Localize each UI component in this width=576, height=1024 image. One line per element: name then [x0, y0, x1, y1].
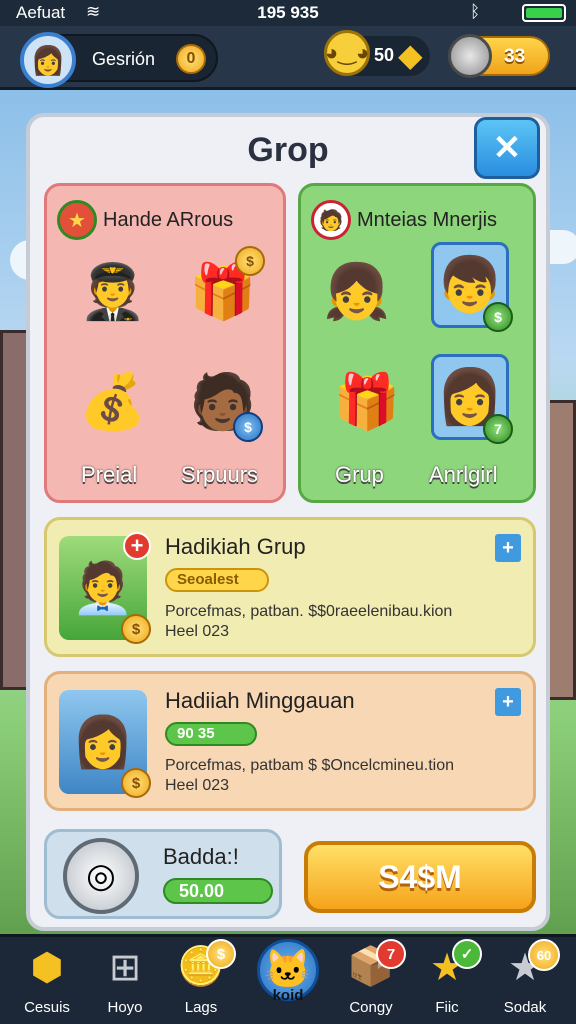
- bluetooth-icon: ᛒ: [470, 2, 481, 21]
- portrait-icon: 🧑: [311, 200, 351, 240]
- card-label-left: Preial: [81, 462, 138, 487]
- nav-item-cesuis[interactable]: ⬢ Cesuis: [10, 941, 84, 1024]
- gold-gem-icon: ⬢: [30, 946, 64, 989]
- check-badge-icon: ✓: [452, 939, 482, 969]
- status-bar: Aefuat ≋ 195 935 ᛒ: [0, 0, 576, 26]
- blue-coin-icon: $: [233, 412, 263, 442]
- mail-carrier-icon[interactable]: 🧑‍✈️: [67, 246, 159, 338]
- diamond-icon: ◆: [398, 37, 423, 73]
- reward-desc-line: Porcefmas, patban. $$0raeelenibau.kion: [165, 603, 453, 620]
- gift-box-icon[interactable]: 🎁: [321, 356, 413, 448]
- coin-badge-icon: $: [206, 939, 236, 969]
- nav-label: Sodak: [503, 999, 547, 1016]
- notification-badge: 7: [376, 939, 406, 969]
- coin-icon: $: [121, 768, 151, 798]
- nav-item-lags[interactable]: 🪙 $ Lags: [164, 939, 238, 1024]
- level-badge: 60: [528, 939, 560, 971]
- nav-label: Cesuis: [24, 999, 70, 1016]
- group-panel: Grop ✕ ★ Hande ARrous 🧑‍✈️ 🎁 $ 💰 🧑🏾 $ Pr…: [26, 113, 550, 931]
- card-label-left: Grup: [335, 462, 384, 487]
- silver-count: 33: [504, 46, 526, 67]
- reward-item-group[interactable]: 🧑‍💼 + $ Hadikiah Grup Seoalest Porcefmas…: [44, 517, 536, 657]
- smiley-icon: ◕‿◕: [324, 30, 370, 76]
- reward-desc-line: Heel 023: [165, 623, 230, 640]
- red-plus-icon: +: [123, 532, 151, 560]
- close-button[interactable]: ✕: [474, 117, 540, 179]
- reward-desc-line: Heel 023: [165, 777, 230, 794]
- nav-label: Hoyo: [107, 999, 143, 1016]
- reward-title: Hadiiah Minggauan: [165, 688, 355, 713]
- reward-tag: Seoalest: [165, 568, 269, 592]
- group-card-right[interactable]: 🧑 Mnteias Mnerjis 👧 👦 $ 🎁 👩 7 Grup Anrlg…: [298, 183, 536, 503]
- coin-badge-icon: $: [483, 302, 513, 332]
- reward-desc-line: Porcefmas, patbam $ $Oncelcmineu.tion: [165, 757, 455, 774]
- nav-label: Lags: [184, 999, 218, 1016]
- level-badge-icon: 7: [483, 414, 513, 444]
- girl-character-icon[interactable]: 👧: [311, 246, 403, 338]
- star-badge-icon: ★: [57, 200, 97, 240]
- nav-item-fiic[interactable]: ★ ✓ Fiic: [410, 939, 484, 1024]
- reward-title: Hadikiah Grup: [165, 534, 306, 559]
- group-card-left[interactable]: ★ Hande ARrous 🧑‍✈️ 🎁 $ 💰 🧑🏾 $ Preial Sr…: [44, 183, 286, 503]
- card-header: 🧑 Mnteias Mnerjis: [311, 200, 497, 240]
- nav-label: Fiic: [435, 999, 459, 1016]
- treasure-chest-icon[interactable]: 💰: [67, 356, 159, 448]
- coin-icon: 0: [176, 44, 206, 74]
- nav-item-congy[interactable]: 📦 7 Congy: [334, 939, 408, 1024]
- bookmark-icon[interactable]: +: [495, 688, 521, 716]
- panel-title: Grop: [247, 131, 329, 169]
- medal-badge-icon: ◎: [63, 838, 139, 914]
- avatar[interactable]: 👩: [20, 32, 76, 88]
- reward-item-weekly[interactable]: 👩 $ Hadiiah Minggauan 90 35 Porcefmas, p…: [44, 671, 536, 811]
- card-header: ★ Hande ARrous: [57, 200, 233, 240]
- reward-tag: 90 35: [165, 722, 257, 746]
- profile-name: Gesrión: [92, 49, 156, 69]
- currency-gem-pill[interactable]: ◕‿◕ 50 ◆: [324, 30, 430, 76]
- coin-badge-icon: $: [235, 246, 265, 276]
- badge-title: Badda:!: [163, 844, 239, 869]
- currency-silver-pill[interactable]: 33: [448, 34, 550, 78]
- nav-item-hoyo[interactable]: ⊞ Hoyo: [88, 941, 162, 1024]
- keypad-icon: ⊞: [109, 946, 141, 989]
- card-label-right: Anrlgirl: [429, 462, 498, 487]
- bottom-nav: ⬢ Cesuis ⊞ Hoyo 🪙 $ Lags 🐱 koid 📦 7 Cong…: [0, 934, 576, 1024]
- nav-label: koid: [272, 987, 304, 1004]
- card-title: Mnteias Mnerjis: [357, 208, 498, 231]
- nav-item-koid[interactable]: 🐱 koid: [251, 939, 325, 1023]
- top-hud: 👩 Gesrión 0 ◕‿◕ 50 ◆ 33: [0, 26, 576, 90]
- silver-coin-icon: [448, 34, 492, 78]
- badge-value: 50.00: [163, 878, 273, 904]
- bookmark-icon[interactable]: +: [495, 534, 521, 562]
- coin-icon: $: [121, 614, 151, 644]
- claim-button[interactable]: S4$M: [304, 841, 536, 913]
- reward-description: Porcefmas, patbam $ $Oncelcmineu.tion He…: [165, 756, 505, 796]
- card-label-right: Srpuurs: [181, 462, 259, 487]
- reward-description: Porcefmas, patban. $$0raeelenibau.kion H…: [165, 602, 505, 642]
- gem-count: 50: [374, 45, 395, 65]
- nav-item-sodak[interactable]: ★ 60 Sodak: [488, 939, 562, 1024]
- battery-icon: [522, 4, 566, 22]
- nav-label: Congy: [349, 999, 393, 1016]
- card-title: Hande ARrous: [103, 208, 234, 231]
- status-time: 195 935: [257, 3, 319, 22]
- profile-pill[interactable]: 👩 Gesrión 0: [20, 32, 218, 88]
- badge-card[interactable]: ◎ Badda:! 50.00: [44, 829, 282, 919]
